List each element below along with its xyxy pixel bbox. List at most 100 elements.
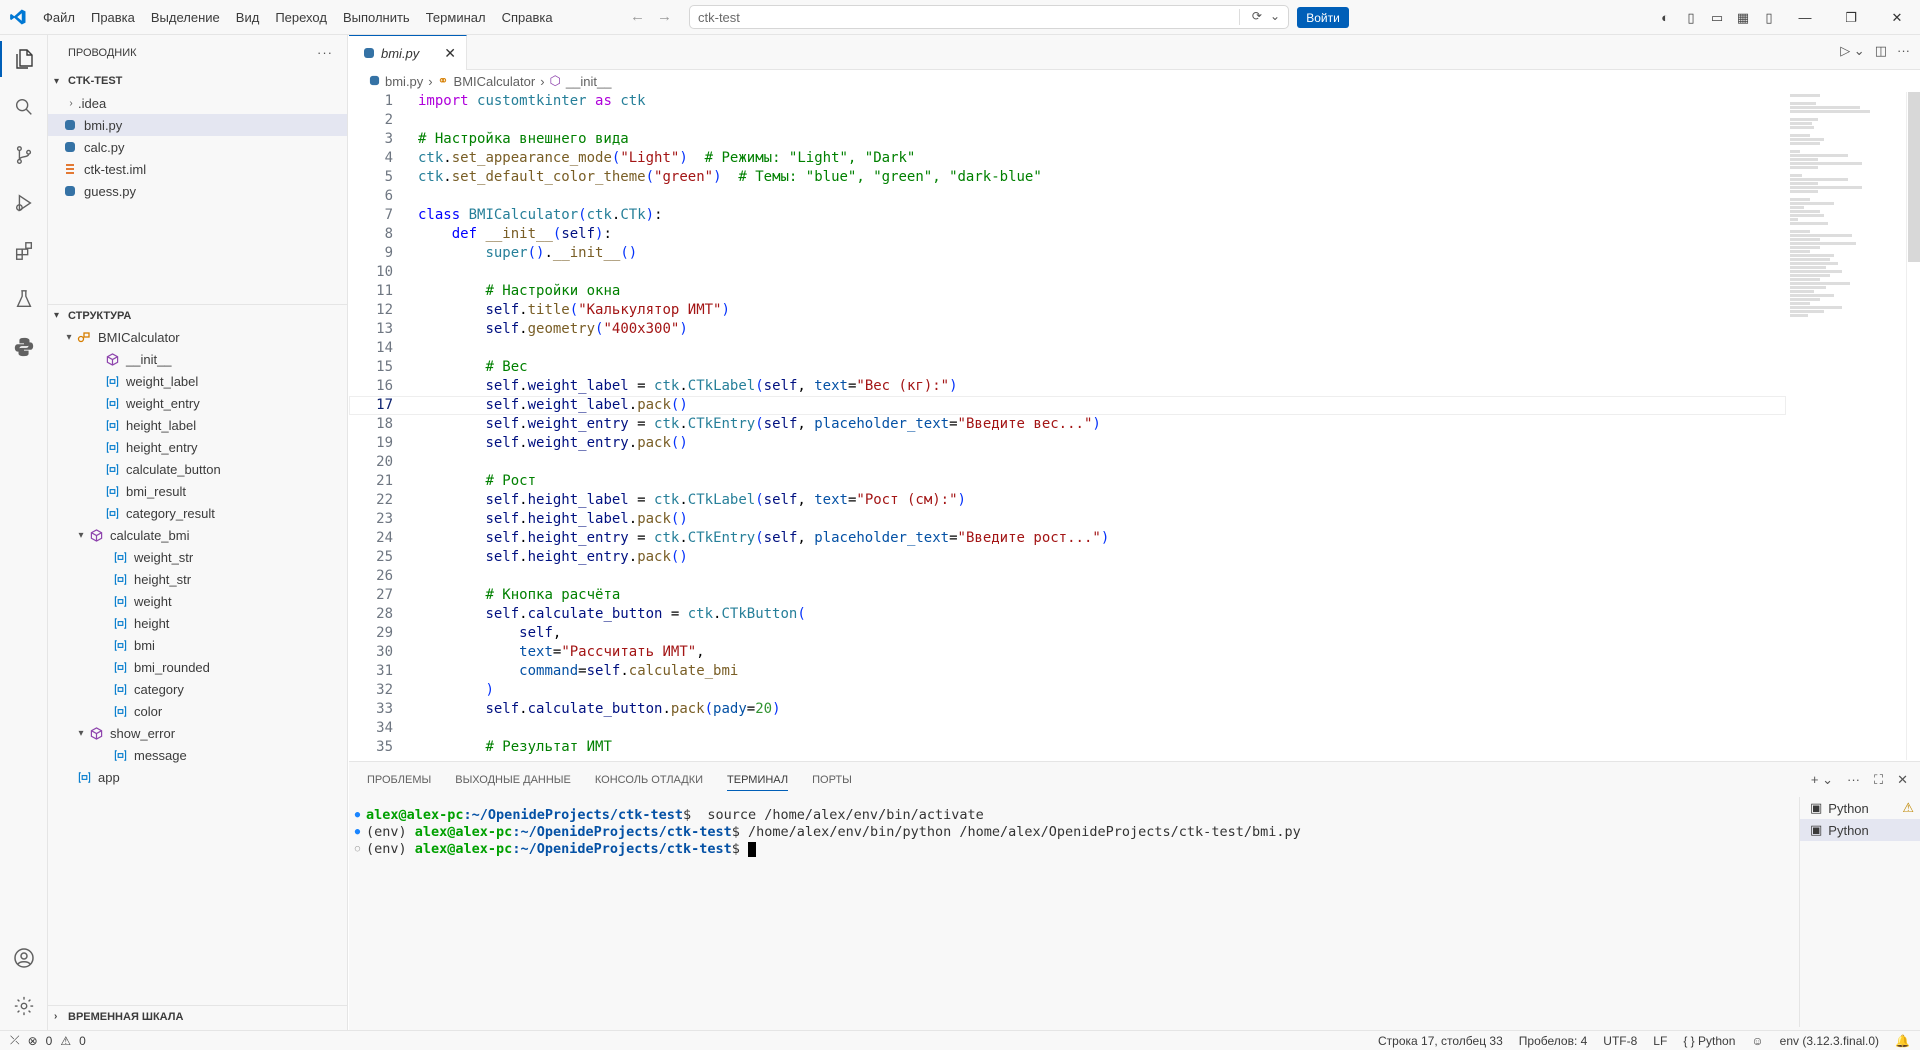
close-panel-icon[interactable]: ✕: [1897, 772, 1908, 788]
code-editor[interactable]: 1 import customtkinter as ctk 2 3 # Настро…: [349, 92, 1920, 760]
remote-icon[interactable]: ⤫: [10, 1033, 20, 1048]
editor-scrollbar[interactable]: [1906, 92, 1920, 760]
close-tab-icon[interactable]: ✕: [444, 45, 456, 62]
close-window-icon[interactable]: ✕: [1874, 0, 1920, 35]
outline-item[interactable]: __init__: [48, 348, 348, 370]
split-editor-icon[interactable]: ◫: [1875, 43, 1887, 59]
customize-layout-icon[interactable]: ▦: [1730, 5, 1756, 31]
source-control-icon[interactable]: [0, 131, 48, 179]
menu-help[interactable]: Справка: [494, 10, 561, 25]
menu-view[interactable]: Вид: [228, 10, 268, 25]
method-symbol-icon: [88, 527, 104, 543]
terminal-instance[interactable]: ▣ Python ⚠: [1800, 797, 1920, 819]
search-icon[interactable]: [0, 83, 48, 131]
run-file-icon[interactable]: ▷ ⌄: [1840, 43, 1865, 59]
language-mode[interactable]: { } Python: [1683, 1034, 1735, 1048]
tab-ports[interactable]: ПОРТЫ: [812, 774, 852, 786]
settings-gear-icon[interactable]: [0, 982, 48, 1030]
breadcrumb-class[interactable]: BMICalculator: [454, 74, 536, 89]
more-actions-icon[interactable]: ···: [1847, 772, 1860, 788]
more-actions-icon[interactable]: ···: [1897, 43, 1910, 59]
outline-item[interactable]: bmi_rounded: [48, 656, 348, 678]
menu-terminal[interactable]: Терминал: [418, 10, 494, 25]
tree-item-idea[interactable]: › .idea: [48, 92, 347, 114]
menu-file[interactable]: Файл: [35, 10, 83, 25]
tree-item-guess-py[interactable]: guess.py: [48, 180, 347, 202]
python-interpreter[interactable]: env (3.12.3.final.0): [1780, 1034, 1879, 1048]
outline-item-calculate-bmi[interactable]: ▾ calculate_bmi: [48, 524, 348, 546]
breadcrumb-file[interactable]: bmi.py: [385, 74, 423, 89]
minimize-icon[interactable]: —: [1782, 0, 1828, 35]
menu-selection[interactable]: Выделение: [143, 10, 228, 25]
outline-item[interactable]: app: [48, 766, 348, 788]
outline-item[interactable]: weight_str: [48, 546, 348, 568]
timeline-header[interactable]: › ВРЕМЕННАЯ ШКАЛА: [48, 1005, 348, 1027]
outline-item[interactable]: height_entry: [48, 436, 348, 458]
outline-header[interactable]: ▾ СТРУКТУРА: [48, 304, 348, 326]
back-arrow-icon[interactable]: ←: [630, 8, 645, 25]
testing-icon[interactable]: [0, 275, 48, 323]
tab-debug-console[interactable]: КОНСОЛЬ ОТЛАДКИ: [595, 774, 703, 786]
tab-output[interactable]: ВЫХОДНЫЕ ДАННЫЕ: [455, 774, 571, 786]
maximize-panel-icon[interactable]: ⛶: [1874, 772, 1883, 788]
project-folder-header[interactable]: ▾ CTK-TEST: [48, 70, 347, 92]
python-icon[interactable]: [0, 323, 48, 371]
warning-count[interactable]: 0: [79, 1034, 86, 1048]
copilot-icon[interactable]: ☺: [1751, 1034, 1763, 1048]
outline-item-show-error[interactable]: ▾ show_error: [48, 722, 348, 744]
outline-class[interactable]: ▾ BMICalculator: [48, 326, 348, 348]
explorer-icon[interactable]: [0, 35, 48, 83]
tree-item-bmi-py[interactable]: bmi.py: [48, 114, 347, 136]
forward-arrow-icon[interactable]: →: [657, 8, 672, 25]
notifications-bell-icon[interactable]: 🔔: [1895, 1034, 1910, 1048]
copilot-icon[interactable]: ⟳: [1252, 9, 1262, 23]
tab-problems[interactable]: ПРОБЛЕМЫ: [367, 774, 431, 786]
menu-edit[interactable]: Правка: [83, 10, 143, 25]
menu-go[interactable]: Переход: [267, 10, 335, 25]
line-number: 10: [376, 264, 393, 280]
maximize-icon[interactable]: ❐: [1828, 0, 1874, 35]
outline-item[interactable]: category_result: [48, 502, 348, 524]
indentation[interactable]: Пробелов: 4: [1519, 1034, 1588, 1048]
command-center[interactable]: ctk-test ⟳ ⌄: [689, 5, 1289, 29]
outline-item[interactable]: color: [48, 700, 348, 722]
outline-item[interactable]: height: [48, 612, 348, 634]
toggle-primary-sidebar-icon[interactable]: ▯: [1678, 5, 1704, 31]
tab-bmi-py[interactable]: bmi.py ✕: [349, 35, 467, 70]
toggle-secondary-sidebar-icon[interactable]: ▯: [1756, 5, 1782, 31]
outline-item[interactable]: weight: [48, 590, 348, 612]
tree-item-calc-py[interactable]: calc.py: [48, 136, 347, 158]
toggle-panel-icon[interactable]: ▭: [1704, 5, 1730, 31]
account-icon[interactable]: [0, 934, 48, 982]
outline-item[interactable]: height_label: [48, 414, 348, 436]
new-terminal-icon[interactable]: + ⌄: [1811, 772, 1833, 788]
cursor-position[interactable]: Строка 17, столбец 33: [1378, 1034, 1503, 1048]
end-of-line[interactable]: LF: [1653, 1034, 1667, 1048]
scrollbar-thumb[interactable]: [1908, 92, 1920, 262]
outline-item[interactable]: calculate_button: [48, 458, 348, 480]
outline-item[interactable]: bmi_result: [48, 480, 348, 502]
menu-run[interactable]: Выполнить: [335, 10, 418, 25]
extensions-icon[interactable]: [0, 227, 48, 275]
breadcrumb-method[interactable]: __init__: [566, 74, 612, 89]
warning-icon[interactable]: ⚠: [60, 1034, 71, 1048]
outline-item[interactable]: weight_entry: [48, 392, 348, 414]
outline-item[interactable]: message: [48, 744, 348, 766]
outline-item[interactable]: bmi: [48, 634, 348, 656]
outline-item[interactable]: category: [48, 678, 348, 700]
terminal-instance[interactable]: ▣ Python: [1800, 819, 1920, 841]
more-actions-icon[interactable]: ···: [317, 45, 333, 60]
outline-item[interactable]: height_str: [48, 568, 348, 590]
outline-item[interactable]: weight_label: [48, 370, 348, 392]
minimap[interactable]: [1790, 92, 1900, 760]
tab-terminal[interactable]: ТЕРМИНАЛ: [727, 774, 789, 791]
copilot-status-icon[interactable]: ◐: [1652, 5, 1678, 31]
sign-in-button[interactable]: Войти: [1297, 7, 1349, 28]
run-debug-icon[interactable]: [0, 179, 48, 227]
error-icon[interactable]: ⊗: [28, 1034, 38, 1048]
tree-item-ctk-test-iml[interactable]: ctk-test.iml: [48, 158, 347, 180]
chevron-down-icon[interactable]: ⌄: [1270, 9, 1280, 23]
encoding[interactable]: UTF-8: [1603, 1034, 1637, 1048]
error-count[interactable]: 0: [46, 1034, 53, 1048]
terminal-output[interactable]: ● alex@alex-pc:~/OpenideProjects/ctk-test…: [349, 807, 1799, 1027]
